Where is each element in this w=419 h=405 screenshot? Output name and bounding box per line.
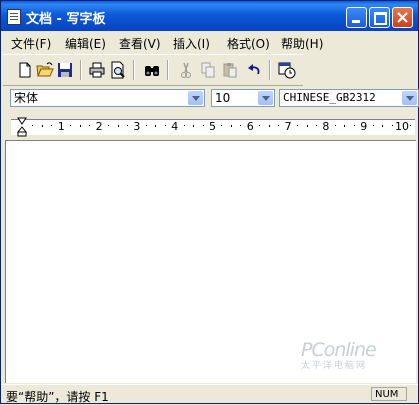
toolbar-separator xyxy=(167,60,169,80)
close-icon xyxy=(397,12,408,23)
font-name-select[interactable]: 宋体 xyxy=(10,89,205,107)
ruler-label: 10 xyxy=(395,120,409,133)
ruler-label: 8 xyxy=(322,120,330,133)
ruler-tick xyxy=(89,125,91,126)
print-preview-icon[interactable] xyxy=(109,61,127,79)
wordpad-window: 文档 - 写字板 文件(F) 编辑(E) 查看(V) 插入(I) 格式(O) 帮… xyxy=(0,0,419,404)
ruler-tick xyxy=(183,125,185,126)
ruler-tick xyxy=(306,125,308,127)
ruler-tick xyxy=(297,125,299,126)
num-lock-indicator: NUM xyxy=(371,387,407,401)
menu-help[interactable]: 帮助(H) xyxy=(281,35,323,52)
menu-bar: 文件(F) 编辑(E) 查看(V) 插入(I) 格式(O) 帮助(H) xyxy=(1,32,418,52)
document-icon[interactable] xyxy=(7,9,21,25)
minimize-button[interactable] xyxy=(346,7,367,28)
ruler[interactable]: 1 2 3 4 5 6 7 8 9 10 xyxy=(3,114,418,138)
ruler-tick xyxy=(202,125,204,126)
ruler-tick xyxy=(259,125,261,126)
print-icon[interactable] xyxy=(88,61,106,79)
font-script-select[interactable]: CHINESE_GB2312 xyxy=(279,89,419,107)
ruler-tick xyxy=(315,125,317,126)
font-name-value: 宋体 xyxy=(14,91,39,105)
undo-icon[interactable] xyxy=(245,61,263,79)
ruler-tick xyxy=(70,125,72,126)
ruler-tick xyxy=(126,125,128,126)
font-size-value: 10 xyxy=(215,91,231,105)
ruler-label: 4 xyxy=(171,120,179,133)
menu-insert[interactable]: 插入(I) xyxy=(173,35,210,52)
title-bar[interactable]: 文档 - 写字板 xyxy=(1,1,418,31)
ruler-tick xyxy=(353,125,355,126)
find-icon[interactable] xyxy=(143,61,161,79)
save-icon[interactable] xyxy=(56,61,74,79)
ruler-label: 1 xyxy=(57,120,65,133)
toolbar-separator xyxy=(133,60,135,80)
date-time-icon[interactable] xyxy=(278,61,296,79)
toolbar-separator xyxy=(269,60,271,80)
toolbar-separator xyxy=(80,60,82,80)
ruler-label: 2 xyxy=(95,120,103,133)
ruler-tick xyxy=(108,125,110,126)
copy-icon[interactable] xyxy=(199,61,217,79)
ruler-tick xyxy=(344,125,346,127)
cut-icon[interactable] xyxy=(177,61,195,79)
status-bar: 要“帮助”，请按 F1 NUM xyxy=(1,384,418,404)
menu-edit[interactable]: 编辑(E) xyxy=(65,35,106,52)
new-document-icon[interactable] xyxy=(16,61,34,79)
ruler-tick xyxy=(372,125,374,126)
ruler-tick xyxy=(41,125,43,127)
chevron-down-icon[interactable] xyxy=(402,91,417,105)
watermark: PConline 太平洋电脑网 xyxy=(301,339,377,371)
ruler-tick xyxy=(221,125,223,126)
menu-view[interactable]: 查看(V) xyxy=(119,35,161,52)
open-folder-icon[interactable] xyxy=(36,61,54,79)
ruler-tick xyxy=(145,125,147,126)
ruler-tick xyxy=(164,125,166,126)
ruler-tick xyxy=(193,125,195,127)
ruler-tick xyxy=(240,125,242,126)
ruler-tick xyxy=(382,125,384,127)
close-button[interactable] xyxy=(392,7,413,28)
menu-file[interactable]: 文件(F) xyxy=(11,35,51,52)
maximize-button[interactable] xyxy=(369,7,390,28)
ruler-label: 3 xyxy=(133,120,141,133)
ruler-tick xyxy=(334,125,336,126)
font-size-select[interactable]: 10 xyxy=(211,89,275,107)
ruler-tick xyxy=(117,125,119,127)
ruler-tick xyxy=(155,125,157,127)
ruler-tick xyxy=(32,125,34,126)
watermark-subtitle: 太平洋电脑网 xyxy=(301,361,368,371)
ruler-tick xyxy=(268,125,270,127)
menu-format[interactable]: 格式(O) xyxy=(227,35,270,52)
ruler-tick xyxy=(278,125,280,126)
ruler-label: 5 xyxy=(209,120,216,133)
paste-icon[interactable] xyxy=(221,61,239,79)
status-text: 要“帮助”，请按 F1 xyxy=(6,390,109,404)
ruler-label: 6 xyxy=(246,120,254,133)
indent-marker-icon[interactable] xyxy=(17,117,27,137)
ruler-tick xyxy=(51,125,53,126)
standard-toolbar xyxy=(3,54,303,86)
chevron-down-icon[interactable] xyxy=(258,91,273,105)
ruler-tick xyxy=(79,125,81,127)
ruler-tick xyxy=(230,125,232,127)
ruler-tick xyxy=(391,125,393,126)
format-toolbar: 宋体 10 CHINESE_GB2312 xyxy=(3,86,419,110)
font-script-value: CHINESE_GB2312 xyxy=(283,91,376,104)
chevron-down-icon[interactable] xyxy=(188,91,203,105)
ruler-tick xyxy=(410,125,412,126)
ruler-label: 7 xyxy=(284,120,292,133)
window-title: 文档 - 写字板 xyxy=(26,12,106,27)
ruler-label: 9 xyxy=(360,120,368,133)
